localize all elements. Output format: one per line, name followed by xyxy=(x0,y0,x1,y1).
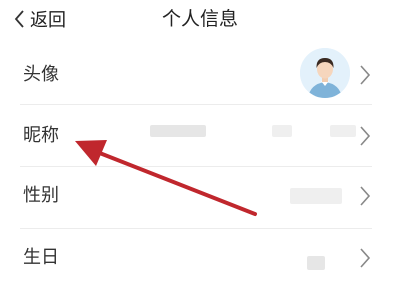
row-nickname[interactable]: 昵称 xyxy=(0,106,400,166)
row-label-birthday: 生日 xyxy=(23,247,59,268)
avatar[interactable] xyxy=(300,48,350,98)
chevron-right-icon xyxy=(360,126,371,146)
chevron-right-icon xyxy=(360,248,371,268)
nickname-value-blurred xyxy=(330,125,356,137)
birthday-value-blurred xyxy=(307,256,325,270)
nickname-value-blurred xyxy=(150,125,206,137)
chevron-right-icon xyxy=(360,186,371,206)
row-birthday[interactable]: 生日 xyxy=(0,228,400,288)
row-label-nickname: 昵称 xyxy=(23,125,59,146)
divider xyxy=(20,104,372,105)
nickname-value-blurred xyxy=(272,125,292,137)
row-label-gender: 性别 xyxy=(23,185,59,206)
row-gender[interactable]: 性别 xyxy=(0,166,400,226)
top-bar: 返回 个人信息 xyxy=(0,0,400,40)
row-label-avatar: 头像 xyxy=(23,64,59,85)
avatar-image xyxy=(300,48,350,98)
chevron-right-icon xyxy=(360,65,371,85)
gender-value-blurred xyxy=(290,188,342,204)
page-title: 个人信息 xyxy=(161,8,238,30)
